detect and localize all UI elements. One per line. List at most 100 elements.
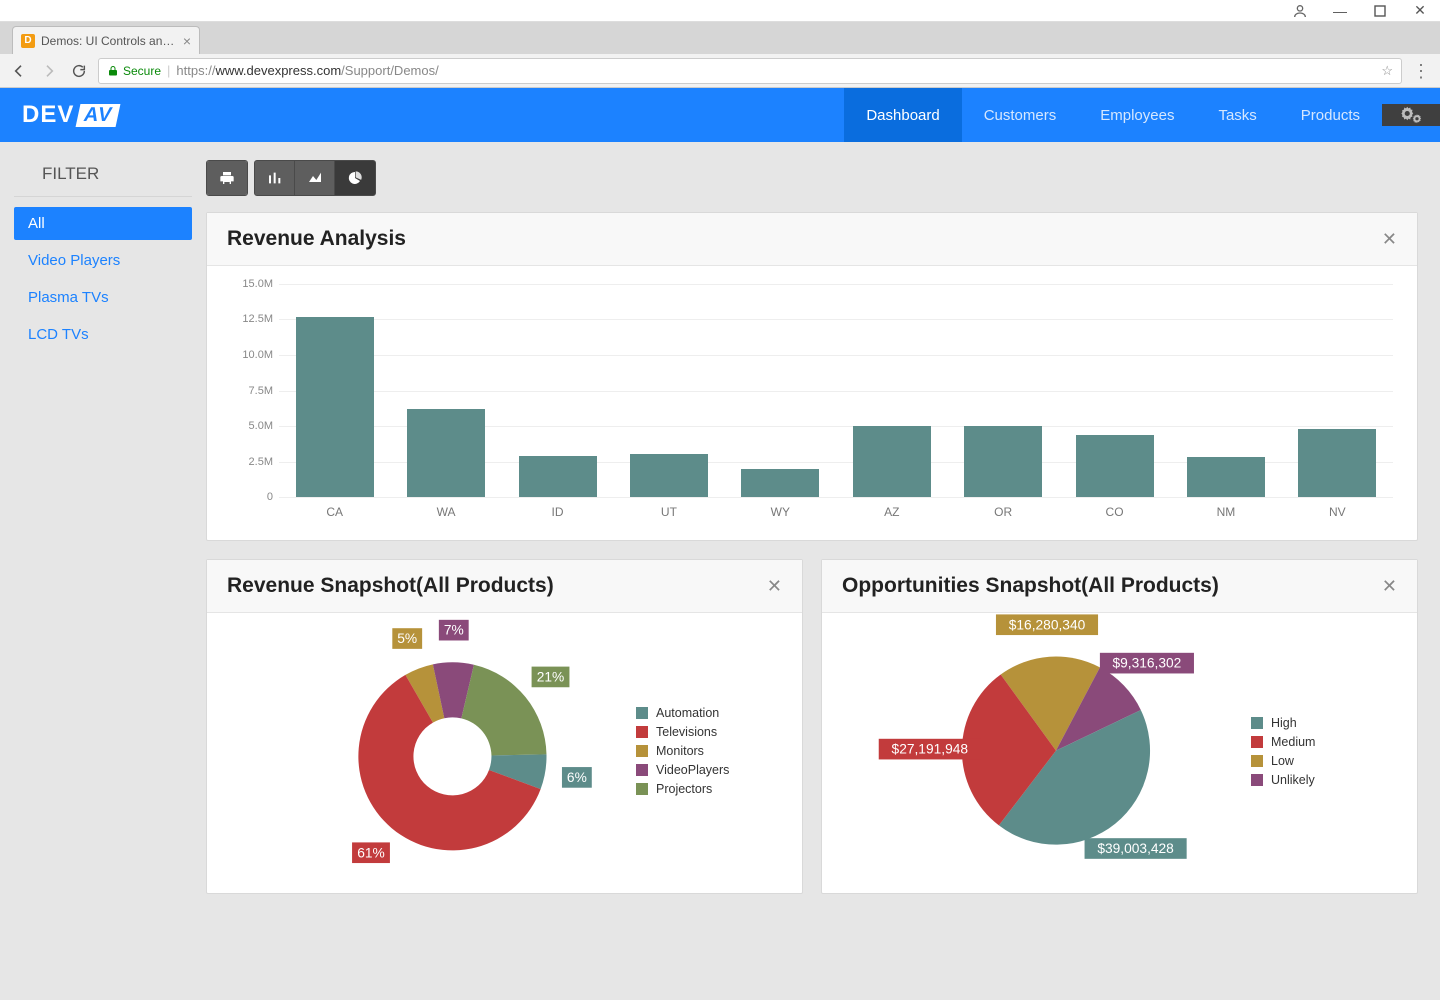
legend-label: Automation — [656, 706, 719, 720]
bar[interactable] — [1298, 429, 1376, 497]
legend-item[interactable]: Automation — [636, 706, 786, 720]
nav-item-products[interactable]: Products — [1279, 88, 1382, 142]
reload-button[interactable] — [68, 60, 90, 82]
bar[interactable] — [630, 454, 708, 497]
y-axis-label: 15.0M — [229, 278, 273, 290]
bar[interactable] — [519, 456, 597, 497]
bar[interactable] — [296, 317, 374, 497]
legend-item[interactable]: Low — [1251, 754, 1401, 768]
maximize-icon[interactable] — [1372, 5, 1388, 17]
filter-list: All Video Players Plasma TVs LCD TVs — [0, 207, 206, 351]
filter-item[interactable]: Video Players — [14, 244, 192, 277]
settings-button[interactable] — [1382, 104, 1440, 126]
filter-item[interactable]: Plasma TVs — [14, 281, 192, 314]
legend-swatch-icon — [1251, 736, 1263, 748]
revenue-bar-chart: 02.5M5.0M7.5M10.0M12.5M15.0MCAWAIDUTWYAZ… — [223, 276, 1401, 526]
tab-title: Demos: UI Controls and F — [41, 34, 177, 48]
legend-item[interactable]: Medium — [1251, 735, 1401, 749]
legend-item[interactable]: Unlikely — [1251, 773, 1401, 787]
legend-item[interactable]: VideoPlayers — [636, 763, 786, 777]
bar[interactable] — [741, 469, 819, 497]
card-close-icon[interactable]: ✕ — [767, 576, 782, 597]
card-close-icon[interactable]: ✕ — [1382, 576, 1397, 597]
bar[interactable] — [407, 409, 485, 497]
bar[interactable] — [1076, 435, 1154, 497]
nav-item-customers[interactable]: Customers — [962, 88, 1079, 142]
legend-label: Televisions — [656, 725, 717, 739]
browser-tab[interactable]: D Demos: UI Controls and F × — [12, 26, 200, 54]
revenue-doughnut-chart: 5%7%21%6%61% — [223, 590, 636, 911]
favicon-icon: D — [21, 34, 35, 48]
tab-close-icon[interactable]: × — [183, 33, 191, 49]
bookmark-star-icon[interactable]: ☆ — [1381, 63, 1393, 79]
url-text: https://www.devexpress.com/Support/Demos… — [176, 63, 438, 78]
user-account-icon[interactable] — [1292, 3, 1308, 19]
filter-sidebar: FILTER All Video Players Plasma TVs LCD TVs — [0, 142, 206, 912]
bar[interactable] — [964, 426, 1042, 497]
x-axis-label: NM — [1217, 505, 1236, 519]
browser-menu-icon[interactable]: ⋮ — [1410, 64, 1432, 78]
app-header: DEV AV DashboardCustomersEmployeesTasksP… — [0, 88, 1440, 142]
chart-callout: $39,003,428 — [1097, 841, 1174, 856]
chart-callout: $9,316,302 — [1113, 656, 1182, 671]
chart-callout: 7% — [444, 623, 464, 638]
pie-chart-button[interactable] — [335, 161, 375, 195]
x-axis-label: ID — [552, 505, 564, 519]
legend-item[interactable]: Televisions — [636, 725, 786, 739]
y-axis-label: 0 — [229, 491, 273, 503]
area-chart-button[interactable] — [295, 161, 335, 195]
y-axis-label: 10.0M — [229, 349, 273, 361]
nav-item-employees[interactable]: Employees — [1078, 88, 1196, 142]
y-axis-label: 2.5M — [229, 456, 273, 468]
revenue-legend: Automation Televisions Monitors VideoPlayer… — [636, 701, 786, 801]
card-close-icon[interactable]: ✕ — [1382, 229, 1397, 250]
filter-item[interactable]: LCD TVs — [14, 318, 192, 351]
legend-label: VideoPlayers — [656, 763, 729, 777]
close-window-icon[interactable]: ✕ — [1412, 2, 1428, 19]
back-button[interactable] — [8, 60, 30, 82]
chart-toolbar — [206, 160, 1418, 196]
address-bar[interactable]: Secure | https://www.devexpress.com/Supp… — [98, 58, 1402, 84]
print-button[interactable] — [207, 161, 247, 195]
legend-swatch-icon — [636, 745, 648, 757]
card-revenue-analysis: Revenue Analysis ✕ 02.5M5.0M7.5M10.0M12.… — [206, 212, 1418, 541]
legend-label: High — [1271, 716, 1297, 730]
filter-heading: FILTER — [14, 164, 192, 197]
card-opportunities-snapshot: Opportunities Snapshot(All Products) ✕ $… — [821, 559, 1418, 894]
logo-av: AV — [76, 104, 121, 127]
x-axis-label: WY — [771, 505, 790, 519]
bar[interactable] — [853, 426, 931, 497]
legend-item[interactable]: High — [1251, 716, 1401, 730]
legend-swatch-icon — [1251, 755, 1263, 767]
x-axis-label: UT — [661, 505, 677, 519]
nav-item-dashboard[interactable]: Dashboard — [844, 88, 961, 142]
legend-swatch-icon — [636, 726, 648, 738]
chart-callout: 21% — [537, 670, 565, 685]
bar-chart-button[interactable] — [255, 161, 295, 195]
filter-item[interactable]: All — [14, 207, 192, 240]
main-nav: DashboardCustomersEmployeesTasksProducts — [844, 88, 1382, 142]
app-logo[interactable]: DEV AV — [0, 101, 119, 129]
y-axis-label: 7.5M — [229, 385, 273, 397]
y-axis-label: 5.0M — [229, 420, 273, 432]
chart-callout: $16,280,340 — [1009, 618, 1086, 633]
legend-label: Projectors — [656, 782, 712, 796]
x-axis-label: OR — [994, 505, 1012, 519]
chart-callout: 6% — [567, 770, 587, 785]
chart-callout: 61% — [357, 846, 385, 861]
legend-label: Low — [1271, 754, 1294, 768]
legend-item[interactable]: Projectors — [636, 782, 786, 796]
browser-tabstrip: D Demos: UI Controls and F × — [0, 22, 1440, 54]
legend-swatch-icon — [636, 764, 648, 776]
card-title: Revenue Analysis — [227, 227, 406, 251]
legend-item[interactable]: Monitors — [636, 744, 786, 758]
logo-dev: DEV — [22, 101, 74, 129]
legend-swatch-icon — [636, 707, 648, 719]
secure-badge: Secure — [107, 64, 161, 78]
minimize-icon[interactable]: — — [1332, 3, 1348, 19]
forward-button[interactable] — [38, 60, 60, 82]
card-revenue-snapshot: Revenue Snapshot(All Products) ✕ 5%7%21%… — [206, 559, 803, 894]
x-axis-label: WA — [437, 505, 456, 519]
bar[interactable] — [1187, 457, 1265, 497]
nav-item-tasks[interactable]: Tasks — [1196, 88, 1278, 142]
